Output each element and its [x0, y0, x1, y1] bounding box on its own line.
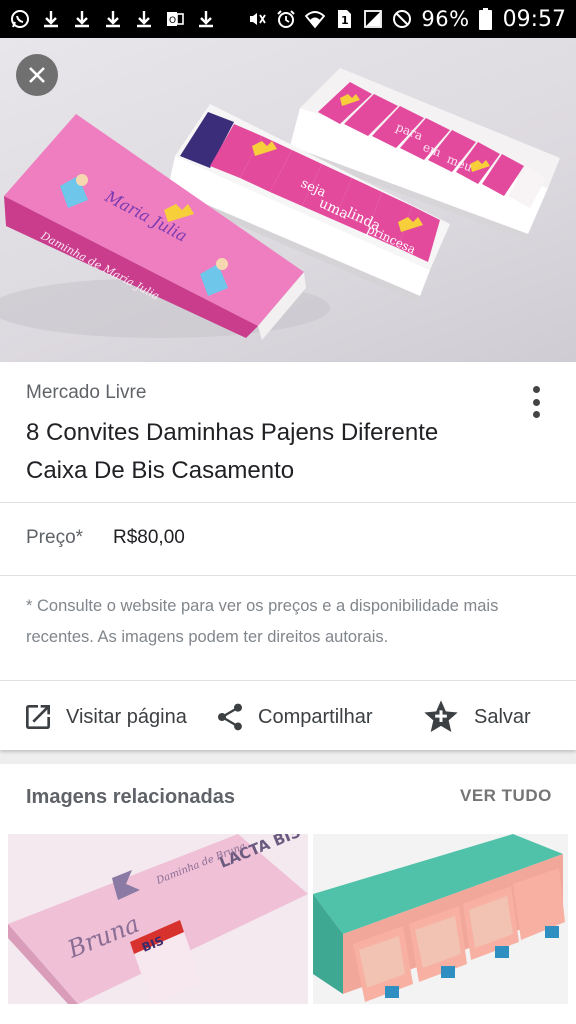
divider [0, 680, 576, 681]
sim-slot-label: 1 [341, 14, 349, 27]
system-icons: 1 96% 09:57 [247, 7, 566, 32]
save-button[interactable]: Salvar [420, 695, 531, 739]
price-disclaimer: * Consulte o website para ver os preços … [26, 597, 499, 646]
office-icon: O [167, 12, 184, 26]
thumbnail-photo [313, 834, 565, 1002]
battery-percent: 96% [421, 7, 470, 31]
close-button[interactable] [16, 54, 58, 96]
share-button[interactable]: Compartilhar [214, 695, 372, 739]
notification-icons: O [10, 9, 247, 29]
thumbnail-photo: Bruna LACTA BIS Daminha de Bruna BIS [8, 834, 308, 1004]
download-icon [199, 11, 213, 28]
more-options-button[interactable] [524, 384, 548, 420]
battery-icon [478, 8, 492, 30]
visit-page-button[interactable]: Visitar página [22, 695, 187, 739]
sim-icon: 1 [338, 10, 352, 28]
whatsapp-icon [11, 10, 29, 28]
alarm-icon [277, 10, 296, 28]
do-not-disturb-icon [393, 10, 412, 28]
share-label: Compartilhar [258, 705, 373, 728]
close-icon [29, 67, 45, 83]
related-thumbnail-1[interactable]: Bruna LACTA BIS Daminha de Bruna BIS [8, 834, 308, 1004]
wifi-icon [305, 11, 326, 29]
related-images-title: Imagens relacionadas [26, 786, 235, 808]
more-vert-icon [532, 386, 540, 393]
product-photo: para em meu seja uma linda princesa Mari… [0, 68, 560, 340]
source-site: Mercado Livre [26, 382, 147, 403]
download-icon [106, 11, 120, 28]
share-icon [218, 703, 242, 731]
price-value: R$80,00 [113, 527, 185, 548]
clock: 09:57 [502, 6, 566, 32]
svg-text:O: O [169, 16, 176, 26]
save-label: Salvar [474, 705, 531, 728]
divider [0, 575, 576, 576]
signal-icon [364, 10, 383, 28]
related-thumbnail-2[interactable] [313, 834, 568, 1004]
open-in-new-icon [26, 705, 50, 729]
download-icon [44, 11, 58, 28]
visit-page-label: Visitar página [66, 705, 187, 728]
result-card: Mercado Livre 8 Convites Daminhas Pajens… [0, 362, 576, 750]
related-images-section: Imagens relacionadas VER TUDO Bruna LACT… [0, 764, 576, 1024]
result-title[interactable]: 8 Convites Daminhas Pajens Diferente Cai… [26, 414, 506, 490]
see-all-link[interactable]: VER TUDO [460, 786, 552, 806]
star-icon [424, 700, 458, 732]
status-bar: O 1 96% 09:57 [0, 0, 576, 38]
download-icon [137, 11, 151, 28]
nfc-muted-icon [250, 13, 267, 25]
product-image[interactable]: para em meu seja uma linda princesa Mari… [0, 38, 576, 362]
price-label: Preço* [26, 527, 84, 548]
download-icon [75, 11, 89, 28]
divider [0, 502, 576, 503]
